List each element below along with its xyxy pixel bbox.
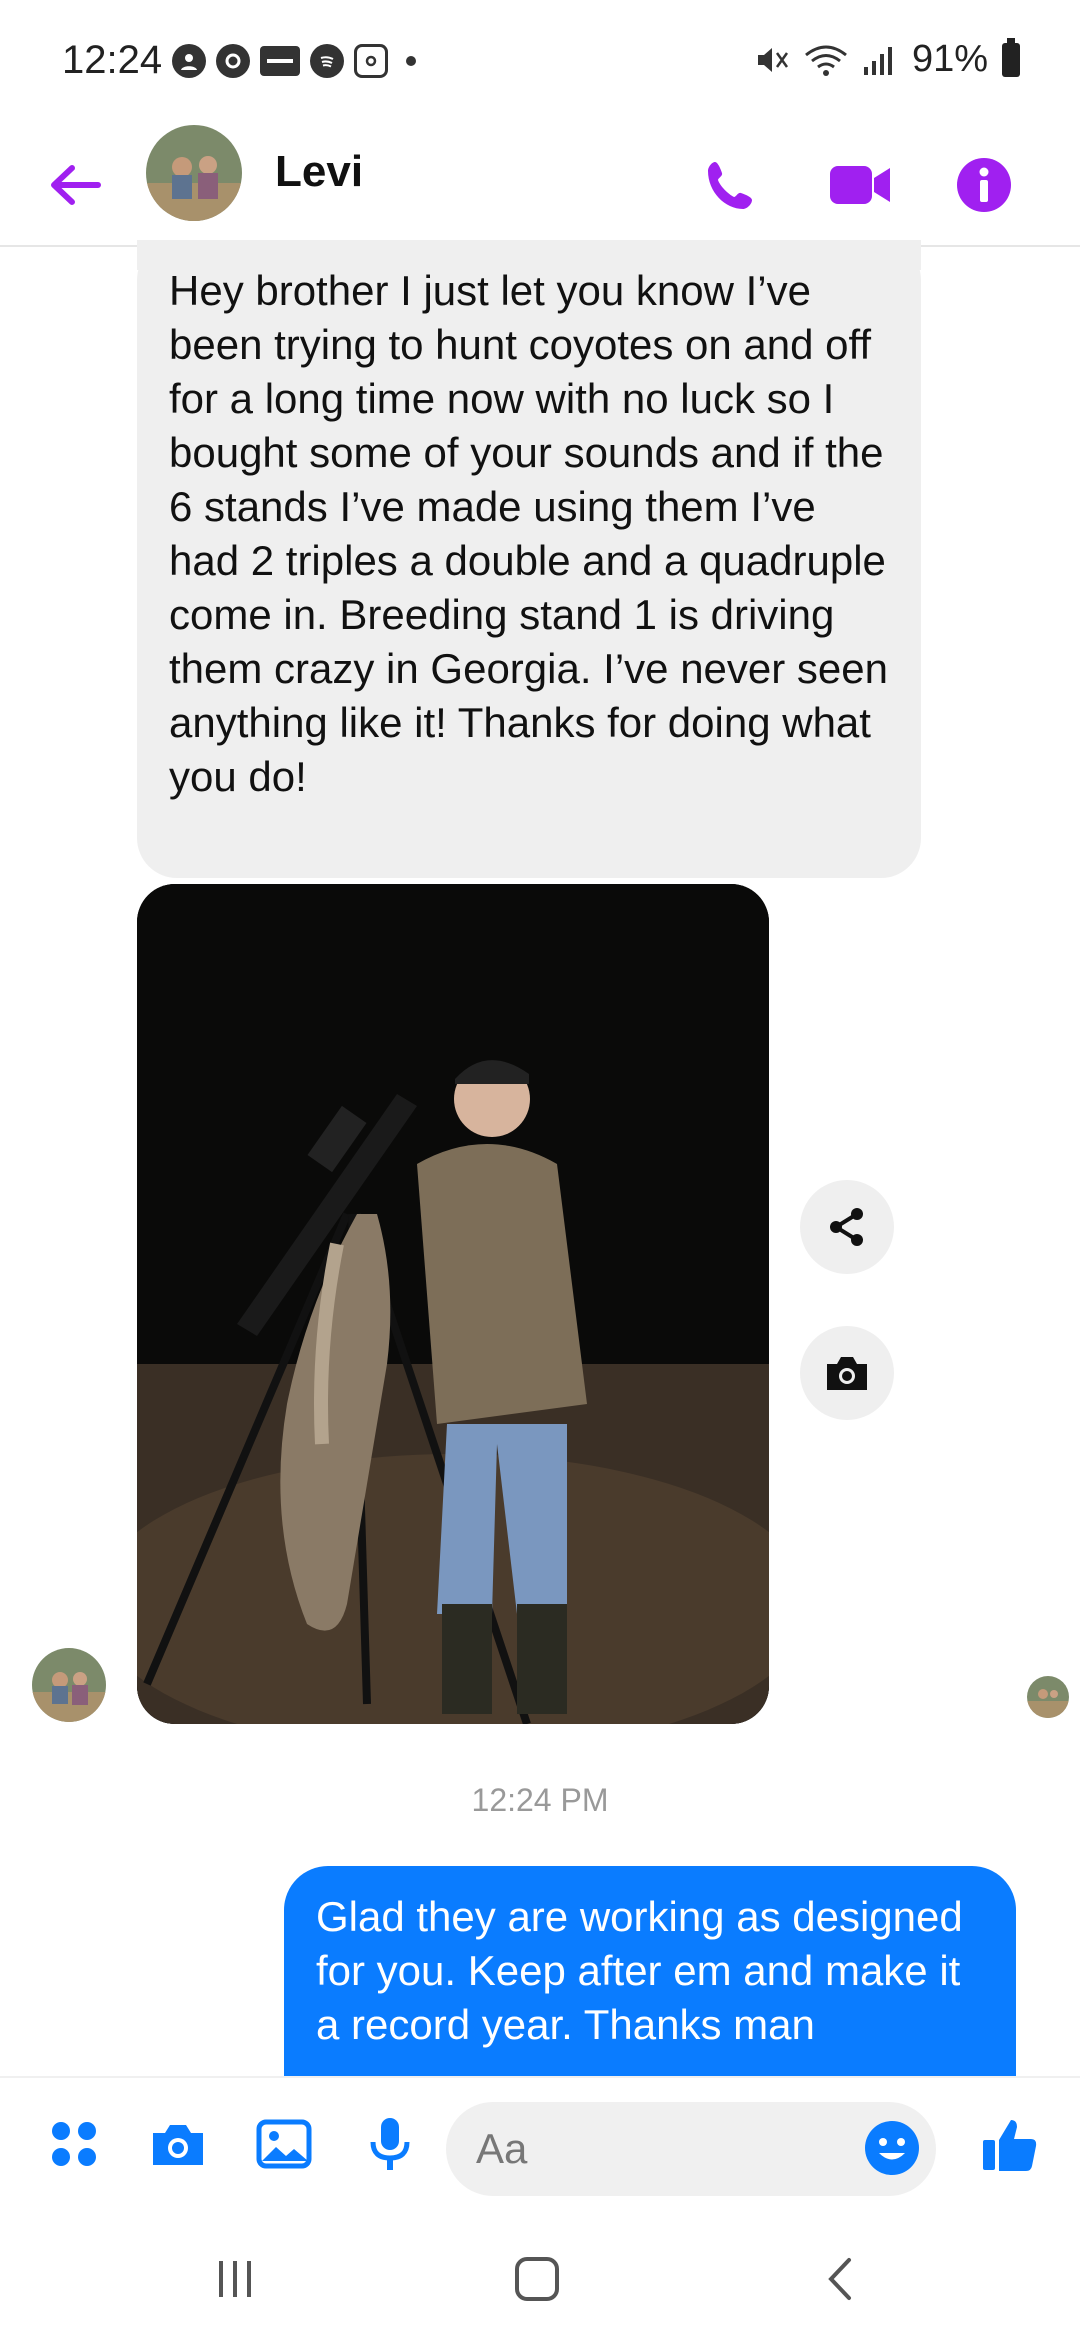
camera-icon: [827, 1357, 867, 1390]
back-icon: [828, 2258, 851, 2300]
save-photo-button[interactable]: [800, 1326, 894, 1420]
system-navigation-bar: [0, 2206, 1080, 2340]
system-status: 91%: [754, 37, 1020, 81]
apps-button[interactable]: [36, 2106, 112, 2182]
camera-icon: [153, 2125, 203, 2165]
nav-back-button[interactable]: [795, 2244, 885, 2314]
microphone-icon: [370, 2118, 410, 2170]
voice-clip-button[interactable]: [352, 2106, 428, 2182]
battery-icon: [1002, 37, 1020, 77]
outgoing-message-text: Glad they are working as designed for yo…: [316, 1893, 963, 2048]
back-arrow-icon: [51, 165, 101, 205]
notification-icons: [172, 44, 416, 78]
emoji-button[interactable]: [862, 2118, 922, 2178]
thumbs-up-icon: [983, 2120, 1037, 2171]
share-icon: [830, 1208, 863, 1246]
info-icon: [957, 158, 1011, 212]
recent-apps-button[interactable]: [190, 2244, 280, 2314]
spotify-icon: [310, 44, 344, 78]
outgoing-message-bubble[interactable]: Glad they are working as designed for yo…: [284, 1866, 1016, 2076]
gallery-icon: [256, 2119, 312, 2169]
read-receipt-avatar: [1027, 1676, 1069, 1718]
video-call-button[interactable]: [820, 145, 900, 225]
message-timestamp: 12:24 PM: [471, 1782, 609, 1818]
camera-button[interactable]: [140, 2106, 216, 2182]
apps-icon: [52, 2122, 96, 2166]
home-button[interactable]: [492, 2244, 582, 2314]
conversation-header: Levi: [0, 125, 1080, 247]
contact-avatar[interactable]: [146, 125, 242, 221]
ebay-icon: [260, 46, 300, 76]
account-icon: [172, 44, 206, 78]
photo-attachment[interactable]: [137, 884, 769, 1724]
wifi-icon: [805, 45, 847, 76]
incoming-message-text: Hey brother I just let you know I’ve bee…: [169, 267, 889, 800]
status-bar: 12:24 91%: [0, 0, 1080, 125]
mute-icon: [757, 47, 788, 72]
phone-icon: [708, 162, 752, 209]
gallery-button[interactable]: [246, 2106, 322, 2182]
hunting-photo: [137, 884, 769, 1724]
back-button[interactable]: [40, 150, 110, 220]
home-icon: [515, 2257, 559, 2301]
conversation-info-button[interactable]: [944, 145, 1024, 225]
emoji-icon: [865, 2121, 919, 2175]
video-icon: [830, 166, 890, 204]
instagram-icon: [354, 44, 388, 78]
sync-icon: [216, 44, 250, 78]
status-time: 12:24: [62, 38, 163, 82]
incoming-message-bubble[interactable]: Hey brother I just let you know I’ve bee…: [137, 240, 921, 878]
sender-avatar[interactable]: [32, 1648, 106, 1722]
signal-icon: [863, 46, 892, 75]
contact-name[interactable]: Levi: [275, 147, 363, 197]
more-notifications-dot: [406, 56, 416, 66]
recent-apps-icon: [219, 2261, 251, 2297]
audio-call-button[interactable]: [692, 145, 772, 225]
message-composer: [0, 2076, 1080, 2208]
share-photo-button[interactable]: [800, 1180, 894, 1274]
battery-percent: 91%: [911, 38, 988, 80]
like-button[interactable]: [972, 2106, 1048, 2182]
